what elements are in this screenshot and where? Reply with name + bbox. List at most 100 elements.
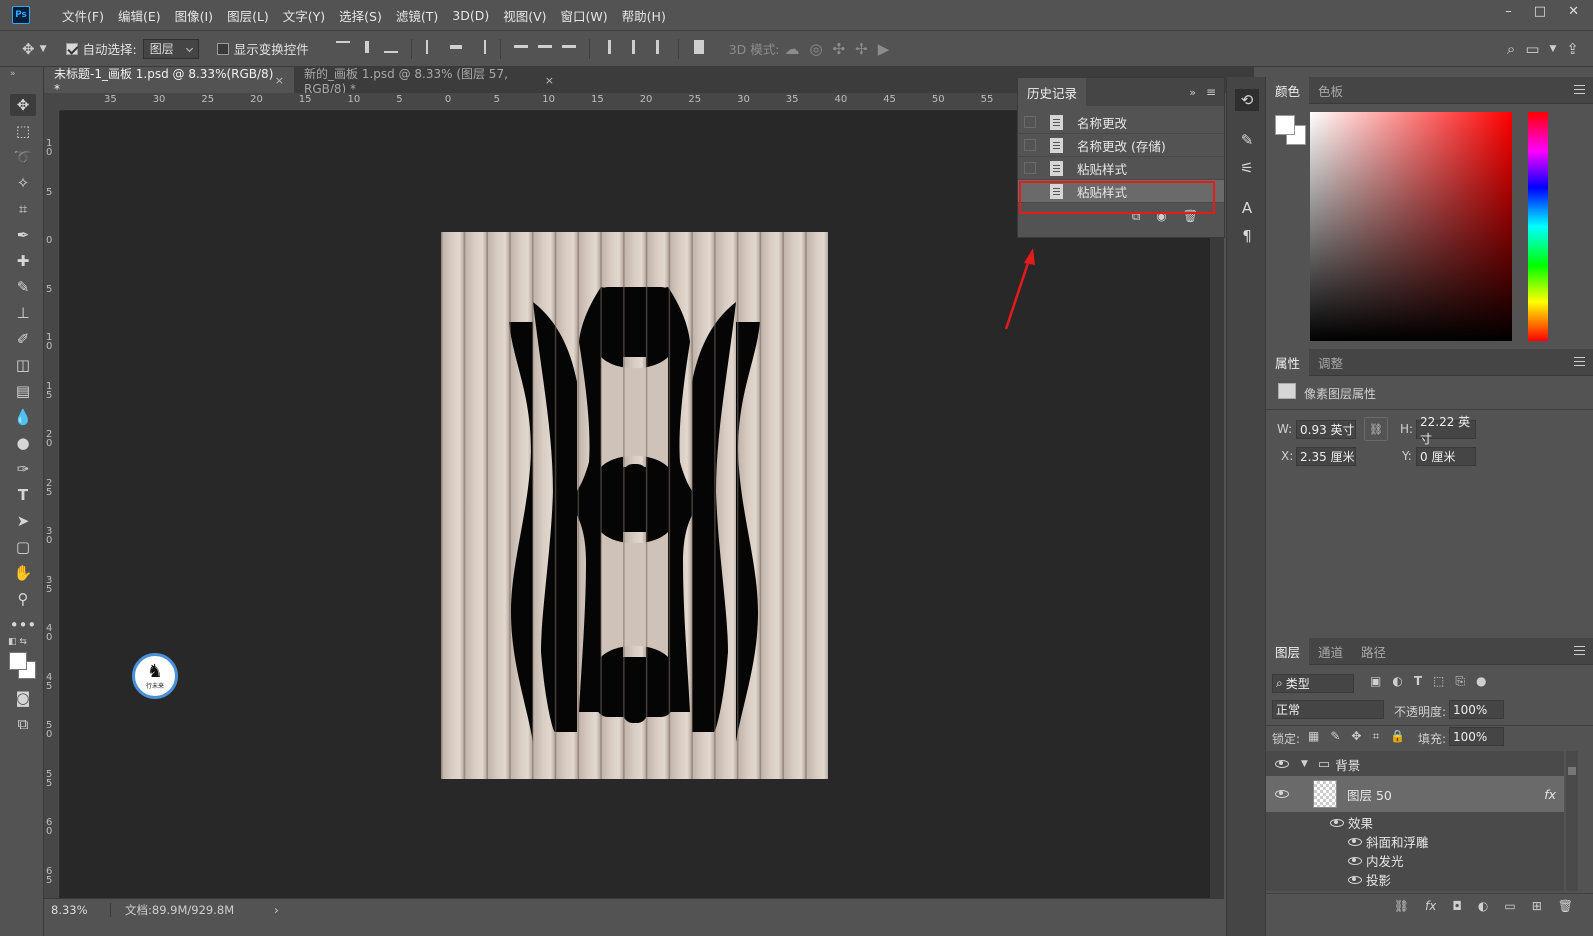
align-vcenter-icon[interactable] [358, 39, 376, 55]
brush-settings-icon[interactable]: ✎ [1235, 129, 1259, 151]
default-colors-icon[interactable]: ◧ ⇆ [8, 637, 27, 647]
distribute-vcenter-icon[interactable] [536, 39, 554, 55]
close-button[interactable]: ✕ [1568, 4, 1579, 19]
3d-roll-icon[interactable]: ◎ [810, 40, 823, 58]
pen-tool-icon[interactable]: ✑ [10, 458, 36, 480]
auto-align-icon[interactable] [690, 39, 708, 55]
minimize-button[interactable]: – [1505, 4, 1512, 19]
align-right-icon[interactable] [471, 39, 489, 55]
menu-help[interactable]: 帮助(H) [622, 6, 666, 25]
ruler-origin[interactable] [44, 93, 60, 111]
history-brush-source-checkbox[interactable] [1024, 162, 1036, 174]
lock-all-icon[interactable]: 🔒 [1390, 729, 1405, 744]
history-brush-source-checkbox[interactable] [1024, 116, 1036, 128]
menu-window[interactable]: 窗口(W) [561, 6, 608, 25]
brush-tool-icon[interactable]: ✎ [10, 276, 36, 298]
link-dimensions-icon[interactable]: ⛓ [1364, 417, 1388, 441]
add-mask-icon[interactable]: ◘ [1452, 899, 1462, 913]
zoom-level[interactable]: 8.33% [51, 902, 111, 917]
visibility-eye-icon[interactable] [1348, 875, 1362, 884]
tab-adjustments[interactable]: 调整 [1309, 349, 1352, 376]
chevron-down-icon[interactable]: ▼ [1301, 759, 1308, 769]
lock-position-icon[interactable]: ✥ [1351, 729, 1361, 744]
hand-tool-icon[interactable]: ✋ [10, 562, 36, 584]
history-item[interactable]: 名称更改 [1018, 111, 1224, 134]
new-layer-icon[interactable]: ⊞ [1532, 899, 1542, 913]
blend-mode-dropdown[interactable]: 正常 [1272, 700, 1384, 719]
status-expand-button[interactable]: › [274, 903, 279, 917]
scroll-thumb[interactable] [1568, 767, 1576, 775]
path-selection-tool-icon[interactable]: ➤ [10, 510, 36, 532]
panel-menu-icon[interactable] [1574, 357, 1585, 366]
tab-properties[interactable]: 属性 [1266, 348, 1310, 376]
align-left-icon[interactable] [423, 39, 441, 55]
maximize-button[interactable]: □ [1534, 4, 1546, 19]
align-bottom-icon[interactable] [382, 39, 400, 55]
gradient-tool-icon[interactable]: ▤ [10, 380, 36, 402]
show-transform-checkbox[interactable] [216, 42, 229, 55]
chevron-down-icon[interactable]: ▼ [1550, 44, 1557, 54]
filter-smart-object-icon[interactable]: ⎘ [1455, 674, 1465, 689]
collapse-panel-icon[interactable]: » [1189, 86, 1196, 99]
chevron-down-icon[interactable]: ▼ [40, 44, 47, 54]
visibility-eye-icon[interactable] [1348, 856, 1362, 865]
tab-paths[interactable]: 路径 [1352, 638, 1395, 665]
history-panel-icon[interactable]: ⟲ [1235, 89, 1259, 111]
history-item[interactable]: 粘贴样式 [1018, 157, 1224, 180]
distribute-left-icon[interactable] [601, 39, 619, 55]
effect-row[interactable]: 内发光 [1266, 851, 1564, 870]
filter-type-icon[interactable]: T [1414, 674, 1422, 689]
distribute-bottom-icon[interactable] [560, 39, 578, 55]
eyedropper-tool-icon[interactable]: ✒ [10, 224, 36, 246]
history-item[interactable]: 名称更改 (存储) [1018, 134, 1224, 157]
lock-transparency-icon[interactable]: ▦ [1308, 729, 1319, 744]
visibility-eye-icon[interactable] [1275, 790, 1289, 798]
layer-effects-badge[interactable]: fx [1544, 787, 1556, 802]
search-icon[interactable]: ⌕ [1507, 40, 1515, 58]
width-input[interactable]: 0.93 英寸 [1296, 420, 1356, 439]
share-icon[interactable]: ⇪ [1566, 40, 1579, 58]
screen-mode-icon[interactable]: ⧉ [10, 713, 36, 735]
3d-slide-icon[interactable]: ✢ [855, 40, 868, 58]
adjustments-icon[interactable]: ⚟ [1235, 157, 1259, 179]
photoshop-logo-icon[interactable]: Ps [12, 6, 30, 24]
3d-pan-icon[interactable]: ✣ [833, 40, 846, 58]
height-input[interactable]: 22.22 英寸 [1416, 415, 1476, 446]
menu-edit[interactable]: 编辑(E) [118, 6, 161, 25]
workspace-icon[interactable]: ▭ [1525, 40, 1539, 58]
filter-shape-icon[interactable]: ⬚ [1433, 674, 1444, 689]
type-tool-icon[interactable]: T [10, 484, 36, 506]
dodge-tool-icon[interactable]: ● [10, 432, 36, 454]
layer-group-row[interactable]: ▼ ▭ 背景 [1266, 753, 1564, 775]
marquee-tool-icon[interactable]: ⬚ [10, 120, 36, 142]
character-panel-icon[interactable]: A [1235, 197, 1259, 219]
auto-select-checkbox[interactable] [65, 42, 78, 55]
tab-color[interactable]: 颜色 [1266, 76, 1310, 104]
y-input[interactable]: 0 厘米 [1416, 447, 1476, 466]
eraser-tool-icon[interactable]: ◫ [10, 354, 36, 376]
menu-filter[interactable]: 滤镜(T) [396, 6, 438, 25]
foreground-color-swatch[interactable] [1275, 115, 1295, 135]
fill-input[interactable]: 100% [1449, 727, 1504, 746]
hue-slider[interactable] [1528, 112, 1548, 341]
close-tab-icon[interactable]: × [545, 74, 554, 87]
visibility-eye-icon[interactable] [1275, 760, 1289, 768]
tab-swatches[interactable]: 色板 [1309, 77, 1352, 104]
delete-layer-icon[interactable]: 🗑 [1558, 899, 1573, 913]
distribute-top-icon[interactable] [512, 39, 530, 55]
panel-menu-icon[interactable] [1574, 646, 1585, 655]
lock-artboard-icon[interactable]: ⌗ [1372, 729, 1379, 744]
ruler-vertical[interactable]: 1 0 5 0 5 1 0 1 5 2 0 2 5 3 0 3 5 4 0 4 5 5 0 5 5 6 0 6… [44, 111, 60, 898]
move-tool-icon[interactable]: ✥ [10, 94, 36, 116]
adjustment-layer-icon[interactable]: ◐ [1478, 899, 1488, 913]
filter-toggle-icon[interactable]: ● [1476, 674, 1486, 689]
shape-tool-icon[interactable]: ▢ [10, 536, 36, 558]
link-layers-icon[interactable]: ⛓ [1394, 899, 1409, 913]
paragraph-panel-icon[interactable]: ¶ [1235, 225, 1259, 247]
auto-select-target-dropdown[interactable]: 图层 [142, 38, 199, 59]
tab-history[interactable]: 历史记录 [1018, 78, 1087, 106]
effect-row[interactable]: 斜面和浮雕 [1266, 832, 1564, 851]
color-picker-field[interactable] [1310, 112, 1512, 341]
visibility-eye-icon[interactable] [1348, 837, 1362, 846]
menu-layer[interactable]: 图层(L) [227, 6, 269, 25]
